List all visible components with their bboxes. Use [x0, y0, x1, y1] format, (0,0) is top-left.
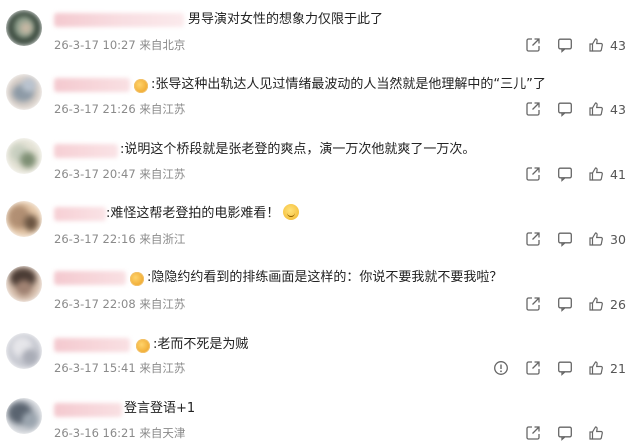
comment-time: 26-3-17 21:26 — [54, 102, 136, 116]
share-icon[interactable] — [524, 295, 542, 313]
grin-emoji-icon — [283, 204, 300, 220]
comment-item: :隐隐约约看到的排练画面是这样的：你说不要我就不要我啦？ 26-3-17 22:… — [0, 260, 640, 324]
comment-actions: 43 — [510, 100, 626, 118]
like-count: 21 — [610, 360, 626, 376]
comment-location: 来自江苏 — [139, 167, 186, 181]
like-button[interactable]: 41 — [588, 166, 626, 182]
like-count: 26 — [610, 296, 626, 312]
comment-time: 26-3-17 22:08 — [54, 297, 136, 311]
like-button[interactable]: 30 — [588, 231, 626, 247]
share-icon[interactable] — [524, 165, 542, 183]
like-count: 30 — [610, 231, 626, 247]
avatar[interactable] — [6, 201, 42, 237]
comment-actions: 41 — [510, 165, 626, 183]
vip-badge-icon — [136, 339, 150, 353]
comment-location: 来自天津 — [139, 426, 186, 440]
comment-text: :老而不死是为贼 — [153, 337, 249, 352]
username-blurred[interactable] — [54, 403, 122, 417]
comment-text: :张导这种出轨达人见过情绪最波动的人当然就是他理解中的“三儿”了 — [151, 77, 546, 92]
like-button[interactable]: 43 — [588, 37, 626, 53]
share-icon[interactable] — [524, 424, 542, 442]
comment-location: 来自北京 — [139, 38, 186, 52]
report-icon[interactable] — [492, 359, 510, 377]
comment-icon[interactable] — [556, 359, 574, 377]
comment-item: 登言登语+1 26-3-16 16:21 来自天津 — [0, 390, 640, 447]
comment-meta: 26-3-16 16:21 来自天津 — [54, 426, 185, 440]
comment-icon[interactable] — [556, 295, 574, 313]
comment-time: 26-3-17 20:47 — [54, 167, 136, 181]
like-button[interactable]: 21 — [588, 360, 626, 376]
comment-actions: 43 — [510, 36, 626, 54]
share-icon[interactable] — [524, 230, 542, 248]
like-button[interactable]: 26 — [588, 296, 626, 312]
thumbs-up-icon — [589, 232, 603, 246]
comment-meta: 26-3-17 22:16 来自浙江 — [54, 232, 185, 246]
comment-actions — [510, 424, 626, 442]
comment-text: :说明这个桥段就是张老登的爽点，演一万次他就爽了一万次。 — [120, 142, 476, 157]
comment-time: 26-3-17 22:16 — [54, 232, 136, 246]
comment-time: 26-3-16 16:21 — [54, 426, 136, 440]
comment-item: :老而不死是为贼 26-3-17 15:41 来自江苏 21 — [0, 325, 640, 389]
username-blurred[interactable] — [54, 338, 130, 352]
avatar[interactable] — [6, 10, 42, 46]
comment-meta: 26-3-17 15:41 来自江苏 — [54, 361, 185, 375]
comment-location: 来自江苏 — [139, 102, 186, 116]
thumbs-up-icon — [589, 102, 603, 116]
thumbs-up-icon — [589, 167, 603, 181]
like-button[interactable]: 43 — [588, 101, 626, 117]
comment-icon[interactable] — [556, 424, 574, 442]
like-count: 43 — [610, 37, 626, 53]
share-icon[interactable] — [524, 100, 542, 118]
comment-item: :难怪这帮老登拍的电影难看！ 26-3-17 22:16 来自浙江 30 — [0, 195, 640, 259]
comment-meta: 26-3-17 21:26 来自江苏 — [54, 102, 185, 116]
comment-text-content: :难怪这帮老登拍的电影难看！ — [106, 206, 280, 221]
comment-item: :张导这种出轨达人见过情绪最波动的人当然就是他理解中的“三儿”了 26-3-17… — [0, 68, 640, 132]
comment-location: 来自浙江 — [139, 232, 186, 246]
thumbs-up-icon — [589, 297, 603, 311]
username-blurred[interactable] — [54, 13, 184, 27]
avatar[interactable] — [6, 74, 42, 110]
comment-text: :隐隐约约看到的排练画面是这样的：你说不要我就不要我啦？ — [147, 270, 503, 285]
comment-actions: 30 — [510, 230, 626, 248]
vip-badge-icon — [130, 272, 144, 286]
username-blurred[interactable] — [54, 78, 130, 92]
comment-icon[interactable] — [556, 100, 574, 118]
thumbs-up-icon — [589, 426, 603, 440]
comment-location: 来自江苏 — [139, 297, 186, 311]
avatar[interactable] — [6, 398, 42, 434]
comment-time: 26-3-17 15:41 — [54, 361, 136, 375]
comment-icon[interactable] — [556, 230, 574, 248]
comment-item: :说明这个桥段就是张老登的爽点，演一万次他就爽了一万次。 26-3-17 20:… — [0, 132, 640, 196]
comment-icon[interactable] — [556, 36, 574, 54]
like-count: 43 — [610, 101, 626, 117]
like-button[interactable] — [588, 425, 626, 441]
avatar[interactable] — [6, 138, 42, 174]
vip-badge-icon — [134, 79, 148, 93]
avatar[interactable] — [6, 333, 42, 369]
avatar[interactable] — [6, 266, 42, 302]
thumbs-up-icon — [589, 361, 603, 375]
username-blurred[interactable] — [54, 271, 126, 285]
thumbs-up-icon — [589, 38, 603, 52]
share-icon[interactable] — [524, 359, 542, 377]
comment-item: 男导演对女性的想象力仅限于此了 26-3-17 10:27 来自北京 43 — [0, 4, 640, 68]
comment-meta: 26-3-17 10:27 来自北京 — [54, 38, 185, 52]
comment-meta: 26-3-17 20:47 来自江苏 — [54, 167, 185, 181]
comment-text: 登言登语+1 — [124, 401, 196, 416]
username-blurred[interactable] — [54, 144, 118, 158]
like-count: 41 — [610, 166, 626, 182]
comment-meta: 26-3-17 22:08 来自江苏 — [54, 297, 185, 311]
comment-icon[interactable] — [556, 165, 574, 183]
comment-actions: 26 — [510, 295, 626, 313]
comment-text: :难怪这帮老登拍的电影难看！ — [106, 204, 300, 223]
share-icon[interactable] — [524, 36, 542, 54]
username-blurred[interactable] — [54, 207, 106, 221]
comment-location: 来自江苏 — [139, 361, 186, 375]
comment-text: 男导演对女性的想象力仅限于此了 — [188, 12, 384, 27]
comment-time: 26-3-17 10:27 — [54, 38, 136, 52]
comment-actions: 21 — [478, 359, 626, 377]
